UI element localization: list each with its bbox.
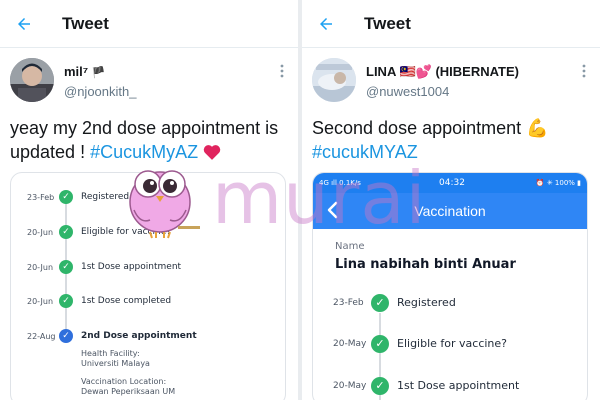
check-circle-icon: ✓ (371, 294, 389, 312)
check-circle-icon: ✓ (59, 329, 73, 343)
tweet-panel-left: Tweet mil⁷ 🏴 @njoonkith_ yeay my 2nd dos… (0, 0, 298, 400)
more-options-icon[interactable] (578, 64, 590, 80)
hashtag-link[interactable]: #CucukMyAZ (90, 142, 198, 162)
top-bar: Tweet (302, 0, 600, 48)
timeline-item: 22-Aug ✓ 2nd Dose appointment (27, 329, 197, 343)
location-label: Vaccination Location: (81, 377, 167, 386)
app-header: Vaccination (313, 193, 587, 229)
tweet-author: LINA 🇲🇾💕 (HIBERNATE) @nuwest1004 (310, 56, 592, 106)
tweet-panel-right: Tweet LINA 🇲🇾💕 (HIBERNATE) @nuwest1004 S… (302, 0, 600, 400)
phone-status-bar: 4G ıll 0.1K/s 04:32 ⏰ ✳ 100% ▮ (313, 173, 587, 193)
app-title: Vaccination (414, 203, 486, 219)
tweet-image-timeline[interactable]: 23-Feb ✓ Registered 20-Jun ✓ Eligible fo… (10, 172, 286, 400)
back-arrow-icon[interactable] (12, 12, 36, 36)
timeline-item: 20-May ✓ Eligible for vaccine? (313, 334, 587, 358)
page-title: Tweet (364, 13, 411, 33)
flexed-biceps-icon: 💪 (526, 118, 549, 138)
check-circle-icon: ✓ (59, 225, 73, 239)
page-title: Tweet (62, 13, 109, 33)
user-handle[interactable]: @nuwest1004 (366, 84, 449, 99)
check-circle-icon: ✓ (59, 294, 73, 308)
check-circle-icon: ✓ (371, 377, 389, 395)
hashtag-link[interactable]: #cucukMYAZ (312, 142, 418, 162)
location-value: Dewan Peperiksaan UM (81, 387, 176, 396)
check-circle-icon: ✓ (371, 335, 389, 353)
facility-value: Universiti Malaya (81, 359, 150, 368)
tweet-image-vaccination-app[interactable]: 4G ıll 0.1K/s 04:32 ⏰ ✳ 100% ▮ Vaccinati… (312, 172, 588, 400)
avatar[interactable] (312, 58, 356, 102)
flag-icon: 🏴 (91, 67, 106, 79)
back-arrow-icon[interactable] (314, 12, 338, 36)
user-handle[interactable]: @njoonkith_ (64, 84, 136, 99)
facility-label: Health Facility: (81, 349, 140, 358)
timeline-item: 23-Feb ✓ Registered (27, 190, 130, 204)
tweet-text: yeay my 2nd dose appointment is updated … (10, 116, 290, 166)
timeline-item: 23-Feb ✓ Registered (313, 293, 587, 317)
timeline-item: 20-May ✓ 1st Dose appointment (313, 376, 587, 400)
name-label: Name (335, 241, 365, 252)
check-circle-icon: ✓ (59, 190, 73, 204)
user-display-name[interactable]: LINA 🇲🇾💕 (HIBERNATE) (366, 64, 519, 80)
more-options-icon[interactable] (276, 64, 288, 80)
user-display-name[interactable]: mil⁷ 🏴 (64, 64, 105, 79)
tweet-author: mil⁷ 🏴 @njoonkith_ (8, 56, 290, 106)
avatar[interactable] (10, 58, 54, 102)
check-circle-icon: ✓ (59, 260, 73, 274)
tweet-text: Second dose appointment 💪 #cucukMYAZ (312, 118, 549, 162)
timeline-item: 20-Jun ✓ 1st Dose appointment (27, 260, 182, 274)
heart-icon (203, 142, 221, 166)
name-value: Lina nabihah binti Anuar (335, 257, 516, 272)
top-bar: Tweet (0, 0, 298, 48)
timeline-item: 20-Jun ✓ 1st Dose completed (27, 294, 172, 308)
timeline-item: 20-Jun ✓ Eligible for vaccine? (27, 225, 172, 239)
